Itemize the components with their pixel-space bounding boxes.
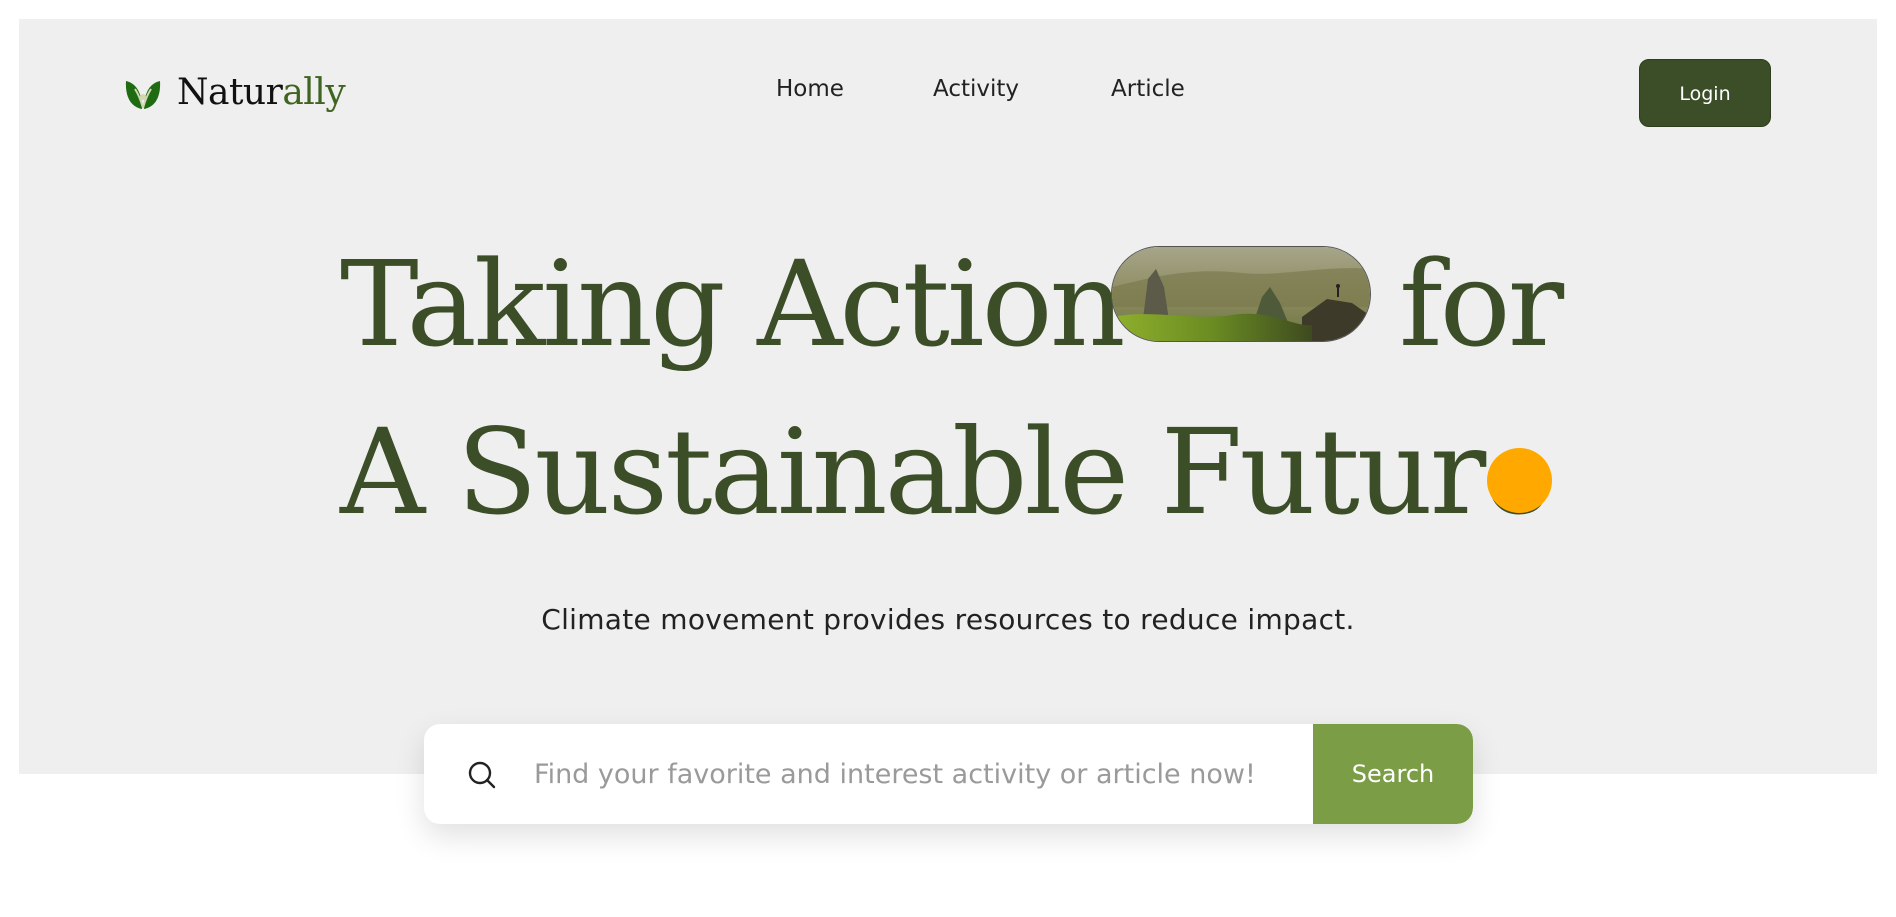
brand-name-main: Natur bbox=[177, 72, 283, 113]
nav-item-article[interactable]: Article bbox=[1111, 76, 1185, 102]
page: Naturally Home Activity Article Login Ta… bbox=[0, 0, 1896, 917]
brand-name: Naturally bbox=[177, 72, 346, 113]
nav-item-home[interactable]: Home bbox=[776, 76, 844, 102]
hero-subtitle: Climate movement provides resources to r… bbox=[541, 603, 1355, 636]
nav-item-activity[interactable]: Activity bbox=[933, 76, 1019, 102]
leaf-icon bbox=[125, 80, 161, 109]
brand-logo[interactable]: Naturally bbox=[123, 72, 346, 113]
headline-line1-end: for bbox=[1399, 235, 1564, 373]
headline-line2: A Sustainable Future bbox=[340, 403, 1553, 541]
search-input[interactable] bbox=[534, 724, 1334, 824]
orange-dot-decoration bbox=[1487, 448, 1552, 513]
headline-line1-start: Taking Action bbox=[340, 235, 1126, 373]
mountain-landscape-illustration bbox=[1112, 247, 1370, 341]
search-bar: Search bbox=[424, 724, 1473, 824]
search-button[interactable]: Search bbox=[1313, 724, 1473, 824]
login-button[interactable]: Login bbox=[1639, 59, 1771, 127]
landscape-image bbox=[1111, 246, 1371, 342]
brand-name-accent: ally bbox=[282, 72, 346, 113]
search-icon bbox=[468, 761, 496, 789]
